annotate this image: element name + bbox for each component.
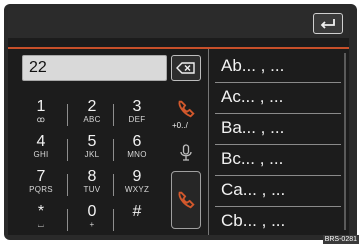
accent-divider: [8, 47, 349, 49]
key-5[interactable]: 5 JKL: [69, 133, 115, 167]
list-scrollbar[interactable]: [344, 53, 346, 230]
voice-dial-button[interactable]: [171, 138, 201, 168]
call-button[interactable]: [171, 171, 201, 229]
phone-number-field[interactable]: 22: [22, 55, 167, 81]
delete-button[interactable]: [171, 55, 201, 81]
top-bar: [8, 8, 349, 38]
contact-item[interactable]: Ca... , ...: [215, 176, 338, 204]
key-separator: [67, 104, 68, 126]
key-2[interactable]: 2 ABC: [69, 98, 115, 132]
contact-item[interactable]: Bc... , ...: [215, 145, 338, 173]
call-plus-button[interactable]: +0../: [171, 96, 201, 136]
backspace-icon: [176, 62, 195, 74]
key-7[interactable]: 7 PQRS: [18, 168, 64, 202]
key-separator: [113, 104, 114, 126]
key-1[interactable]: 1ꝏ: [18, 98, 64, 132]
key-separator: [67, 174, 68, 196]
plus-call-label: +0../: [172, 121, 188, 130]
key-separator: [67, 139, 68, 161]
key-separator: [67, 209, 68, 231]
key-8[interactable]: 8 TUV: [69, 168, 115, 202]
back-button[interactable]: [313, 13, 343, 34]
microphone-icon: [180, 144, 192, 161]
return-arrow-icon: [320, 19, 335, 29]
key-star[interactable]: * ⌴: [18, 203, 64, 235]
key-0[interactable]: 0 +: [69, 203, 115, 235]
key-hash[interactable]: #: [114, 203, 160, 235]
key-separator: [113, 139, 114, 161]
key-6[interactable]: 6 MNO: [114, 133, 160, 167]
contact-item[interactable]: Ac... , ...: [215, 83, 338, 111]
contact-item[interactable]: Ba... , ...: [215, 114, 338, 142]
figure-code: BRS-0281: [322, 235, 359, 244]
key-separator: [113, 209, 114, 231]
handset-icon: [178, 191, 195, 209]
contact-item[interactable]: Cb... , ...: [215, 207, 338, 235]
contact-item[interactable]: Ab... , ...: [215, 52, 338, 80]
handset-icon: [178, 100, 195, 118]
key-separator: [113, 174, 114, 196]
panel-divider: [208, 49, 209, 235]
key-4[interactable]: 4 GHI: [18, 133, 64, 167]
key-3[interactable]: 3 DEF: [114, 98, 160, 132]
key-9[interactable]: 9 WXYZ: [114, 168, 160, 202]
phone-screen: 22 1ꝏ 2 ABC 3 DEF 4 GHI 5 JKL 6 MNO 7 PQRS 8 TU…: [8, 8, 349, 235]
